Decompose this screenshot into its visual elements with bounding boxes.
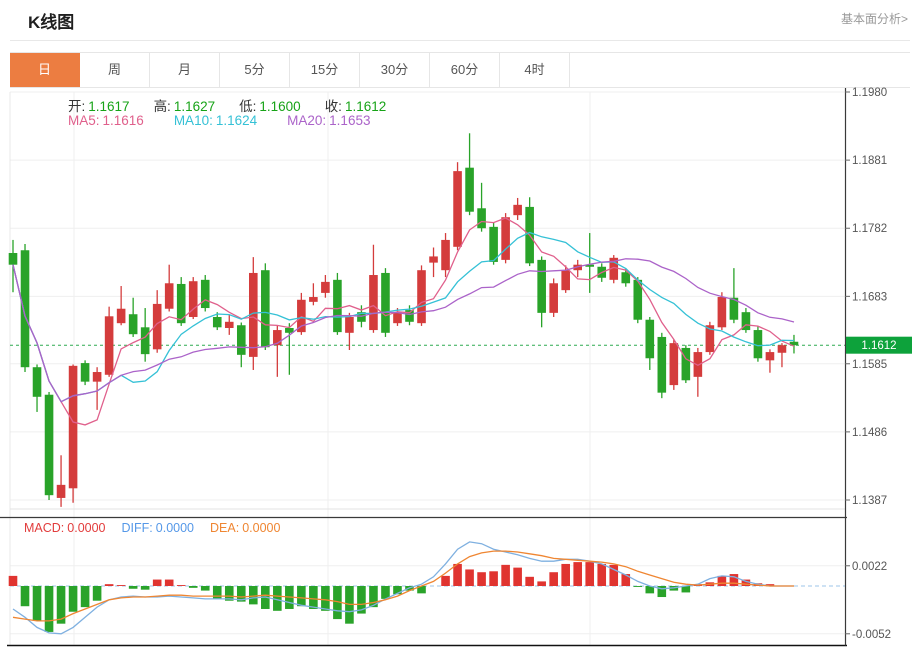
svg-text:1.1782: 1.1782	[852, 223, 887, 235]
legend-item: MA5:1.1616	[68, 113, 144, 128]
legend-item: DEA:0.0000	[210, 521, 280, 535]
legend-item: MA20:1.1653	[287, 113, 370, 128]
svg-text:1.1980: 1.1980	[852, 87, 887, 99]
svg-text:1.1585: 1.1585	[852, 359, 887, 371]
kline-page: { "header": { "title": "K线图", "link": "基…	[0, 0, 914, 650]
candles-layer	[9, 133, 799, 507]
current-price-tag: 1.1612	[846, 337, 912, 354]
price-axis: 1.1980 1.1881 1.1782 1.1683 1.1585 1.1486 1.13…	[845, 87, 887, 507]
svg-text:1.1486: 1.1486	[852, 427, 887, 439]
legend-item: 高:1.1627	[154, 95, 216, 115]
svg-text:1.1881: 1.1881	[852, 155, 887, 167]
svg-text:1.1612: 1.1612	[861, 340, 896, 352]
macd-legend: MACD:0.0000 DIFF:0.0000 DEA:0.0000	[24, 521, 280, 535]
legend-item: 收:1.1612	[325, 95, 387, 115]
legend-item: MA10:1.1624	[174, 113, 257, 128]
svg-text:-0.0052: -0.0052	[852, 629, 891, 641]
svg-text:0.0022: 0.0022	[852, 561, 887, 573]
svg-text:1.1683: 1.1683	[852, 291, 887, 303]
macd-axis: 0.0022 -0.0052	[845, 561, 891, 641]
ma-legend: MA5:1.1616 MA10:1.1624 MA20:1.1653	[68, 113, 370, 128]
legend-item: MACD:0.0000	[24, 521, 106, 535]
legend-item: DIFF:0.0000	[122, 521, 194, 535]
ohlc-legend: 开:1.1617 高:1.1627 低:1.1600 收:1.1612	[68, 95, 386, 115]
legend-item: 低:1.1600	[239, 95, 301, 115]
legend-item: 开:1.1617	[68, 95, 130, 115]
svg-text:1.1387: 1.1387	[852, 495, 887, 507]
gridlines	[10, 92, 845, 645]
